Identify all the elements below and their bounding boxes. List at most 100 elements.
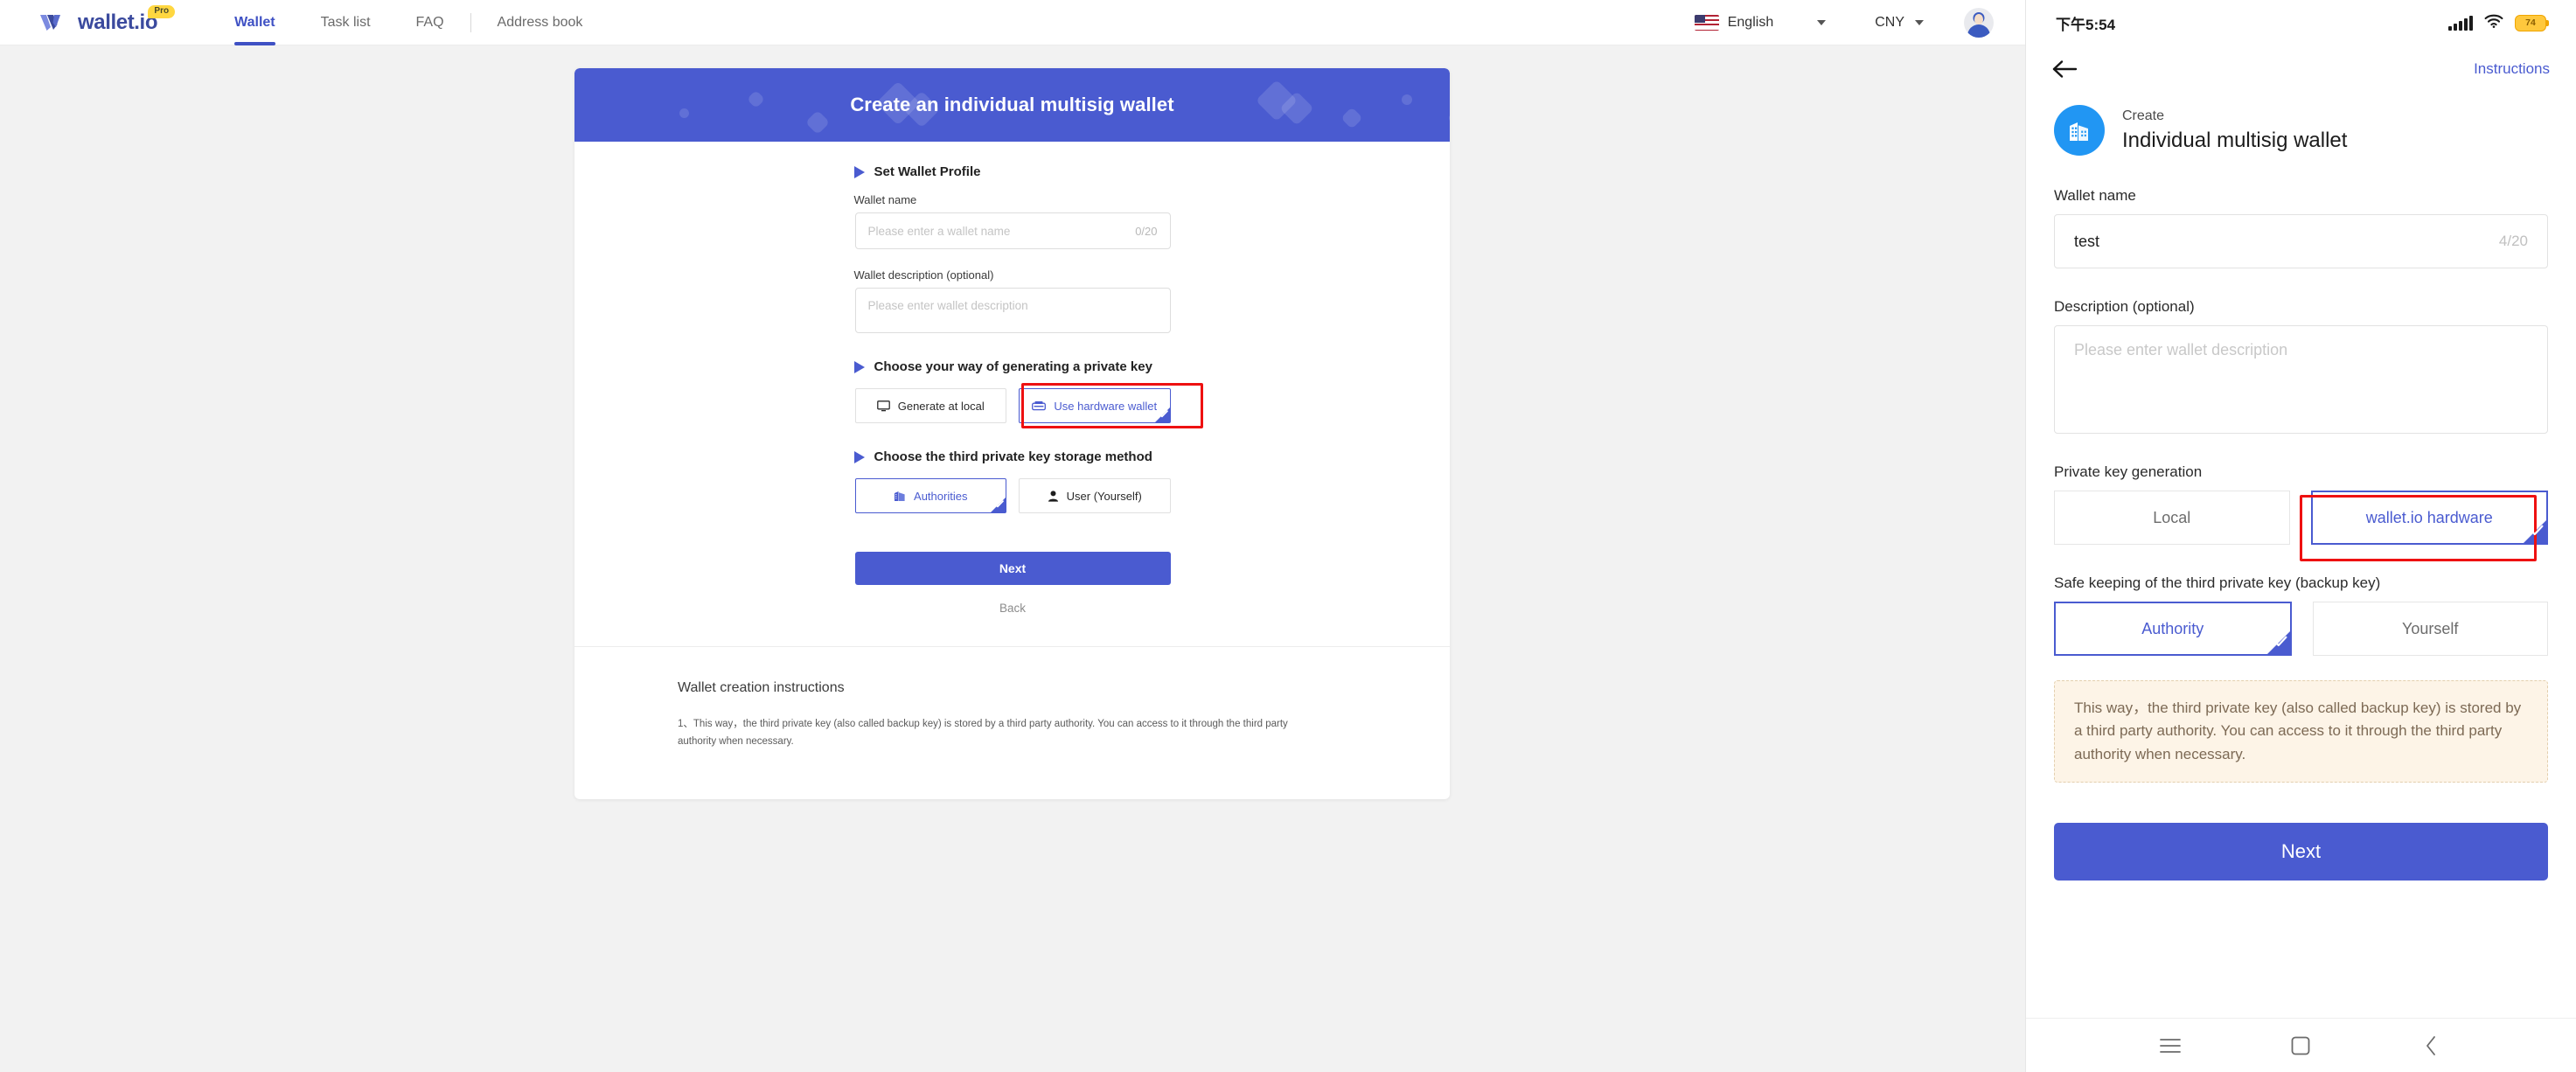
mobile-note-section: This way，the third private key (also cal… bbox=[2026, 680, 2576, 783]
option-authority[interactable]: Authority bbox=[2054, 602, 2292, 656]
section-title: Choose the third private key storage met… bbox=[874, 449, 1152, 464]
keygen-option-row: Generate at local Use hardware wallet bbox=[854, 383, 1203, 428]
description-label: Description (optional) bbox=[2054, 298, 2195, 315]
instructions-body: 1、This way，the third private key (also c… bbox=[678, 719, 1288, 748]
wallet-name-counter: 0/20 bbox=[1135, 224, 1158, 238]
back-link[interactable]: Back bbox=[855, 602, 1171, 615]
wallet-logo-icon bbox=[38, 12, 72, 33]
wallet-creation-instructions: Wallet creation instructions 1、This way，… bbox=[574, 647, 1450, 750]
mobile-header: Instructions bbox=[2026, 45, 2576, 93]
check-icon bbox=[2530, 522, 2544, 540]
option-label: wallet.io hardware bbox=[2365, 508, 2493, 526]
section-private-key-generation: Choose your way of generating a private … bbox=[853, 359, 1171, 374]
check-icon bbox=[1158, 407, 1168, 421]
wallet-description-label: Wallet description (optional) bbox=[853, 268, 994, 282]
mobile-status-bar: 下午5:54 74 bbox=[2026, 0, 2576, 45]
brand-logo[interactable]: wallet.io Pro bbox=[38, 4, 176, 34]
avatar[interactable] bbox=[1964, 7, 1994, 38]
wallet-name-counter: 4/20 bbox=[2498, 233, 2528, 249]
option-label: Authority bbox=[2141, 619, 2204, 637]
info-note: This way，the third private key (also cal… bbox=[2054, 680, 2548, 783]
next-button[interactable]: Next bbox=[2054, 823, 2548, 881]
cellular-signal-icon bbox=[2448, 15, 2473, 31]
menu-icon[interactable] bbox=[2150, 1026, 2190, 1066]
mobile-safekeeping-section: Safe keeping of the third private key (b… bbox=[2026, 574, 2576, 656]
wallet-name-input[interactable]: Please enter a wallet name 0/20 bbox=[854, 212, 1171, 249]
wallet-description-placeholder: Please enter wallet description bbox=[867, 299, 1028, 312]
home-square-icon[interactable] bbox=[2280, 1026, 2321, 1066]
option-label: Use hardware wallet bbox=[1054, 399, 1158, 413]
option-local[interactable]: Local bbox=[2054, 491, 2290, 545]
wallet-name-input[interactable]: test 4/20 bbox=[2054, 214, 2548, 268]
arrow-right-icon bbox=[853, 360, 865, 373]
chevron-down-icon bbox=[1915, 19, 1924, 25]
option-walletio-hardware[interactable]: wallet.io hardware bbox=[2310, 491, 2548, 545]
option-yourself[interactable]: Yourself bbox=[2312, 602, 2548, 656]
option-label: User (Yourself) bbox=[1066, 489, 1142, 503]
language-selector[interactable]: English bbox=[1694, 14, 1835, 31]
wifi-icon bbox=[2484, 14, 2503, 32]
battery-indicator: 74 bbox=[2515, 14, 2549, 31]
nav-item-wallet[interactable]: Wallet bbox=[212, 0, 298, 45]
wallet-name-label: Wallet name bbox=[853, 193, 917, 206]
description-placeholder: Please enter wallet description bbox=[2074, 341, 2288, 358]
screenshot-root: wallet.io Pro Wallet Task list FAQ Addre… bbox=[0, 0, 2576, 1072]
nav-divider bbox=[470, 12, 471, 32]
back-chevron-icon[interactable] bbox=[2412, 1026, 2452, 1066]
section-set-wallet-profile: Set Wallet Profile bbox=[853, 164, 1171, 179]
description-input[interactable]: Please enter wallet description bbox=[2054, 325, 2548, 434]
mobile-title-block: Create Individual multisig wallet bbox=[2122, 108, 2347, 154]
mobile-title-row: Create Individual multisig wallet bbox=[2026, 93, 2576, 156]
next-button[interactable]: Next bbox=[854, 552, 1171, 585]
back-arrow-icon[interactable] bbox=[2052, 59, 2078, 79]
check-icon bbox=[2273, 633, 2287, 651]
section-title: Set Wallet Profile bbox=[874, 164, 981, 179]
option-generate-at-local[interactable]: Generate at local bbox=[854, 388, 1006, 423]
hardware-wallet-icon bbox=[1032, 400, 1047, 411]
status-time: 下午5:54 bbox=[2056, 16, 2116, 33]
pro-badge: Pro bbox=[148, 4, 176, 18]
arrow-right-icon bbox=[853, 165, 865, 178]
safekeeping-label: Safe keeping of the third private key (b… bbox=[2054, 574, 2381, 591]
section-third-key-storage: Choose the third private key storage met… bbox=[853, 449, 1171, 464]
mobile-description-section: Description (optional) Please enter wall… bbox=[2026, 298, 2576, 434]
instructions-link[interactable]: Instructions bbox=[2474, 60, 2550, 78]
option-use-hardware-wallet[interactable]: Use hardware wallet bbox=[1019, 388, 1171, 423]
option-label: Yourself bbox=[2402, 619, 2459, 637]
storage-option-row: Authorities User (Yourself) bbox=[854, 478, 1171, 513]
currency-label: CNY bbox=[1875, 14, 1904, 30]
currency-selector[interactable]: CNY bbox=[1875, 15, 1924, 31]
mobile-keygen-section: Private key generation Local wallet.io h… bbox=[2026, 463, 2576, 561]
create-wallet-card: Create an individual multisig wallet Set… bbox=[574, 68, 1450, 800]
top-navigation-bar: wallet.io Pro Wallet Task list FAQ Addre… bbox=[0, 0, 2025, 45]
keygen-label: Private key generation bbox=[2054, 463, 2203, 480]
arrow-right-icon bbox=[853, 450, 865, 463]
option-authorities[interactable]: Authorities bbox=[854, 478, 1006, 513]
wallet-description-input[interactable]: Please enter wallet description bbox=[854, 288, 1171, 333]
desktop-web-app: wallet.io Pro Wallet Task list FAQ Addre… bbox=[0, 0, 2025, 1072]
section-title: Choose your way of generating a private … bbox=[874, 359, 1152, 374]
building-icon bbox=[2054, 105, 2105, 156]
status-indicators: 74 bbox=[2448, 14, 2549, 32]
nav-links: Wallet Task list FAQ Address book bbox=[212, 0, 605, 45]
option-label: Authorities bbox=[914, 489, 968, 503]
wallet-name-value: test bbox=[2074, 232, 2100, 250]
topbar-right-controls: English CNY bbox=[1694, 7, 1994, 38]
option-label: Local bbox=[2153, 508, 2191, 526]
nav-item-faq[interactable]: FAQ bbox=[393, 0, 467, 45]
us-flag-icon bbox=[1694, 14, 1719, 31]
brand-name: wallet.io bbox=[78, 10, 158, 34]
user-icon bbox=[1048, 490, 1059, 502]
card-banner-title: Create an individual multisig wallet bbox=[850, 94, 1174, 115]
monitor-icon bbox=[876, 400, 890, 412]
instructions-title: Wallet creation instructions bbox=[678, 680, 845, 695]
mobile-app-panel: 下午5:54 74 Instructions Create Individual… bbox=[2025, 0, 2576, 1072]
page-title: Individual multisig wallet bbox=[2122, 128, 2348, 152]
option-user-yourself[interactable]: User (Yourself) bbox=[1019, 478, 1171, 513]
nav-item-task-list[interactable]: Task list bbox=[298, 0, 393, 45]
check-icon bbox=[994, 498, 1004, 511]
wallet-name-label: Wallet name bbox=[2054, 187, 2136, 204]
nav-item-address-book[interactable]: Address book bbox=[475, 0, 606, 45]
language-label: English bbox=[1727, 14, 1774, 30]
option-label: Generate at local bbox=[897, 399, 985, 413]
